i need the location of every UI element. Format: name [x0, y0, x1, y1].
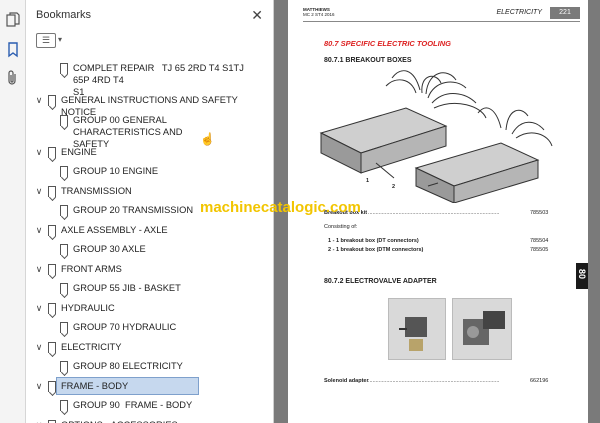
bookmark-label: FRONT ARMS	[61, 263, 122, 274]
header-doc-ref: MC 2 ST4 2016	[303, 12, 335, 17]
bookmark-label: GROUP 80 ELECTRICITY	[73, 361, 183, 371]
chevron-down-icon[interactable]: ▾	[58, 35, 62, 44]
bookmark-icon[interactable]	[5, 42, 21, 58]
bookmarks-toolbar: ☰ ▾	[26, 30, 273, 52]
bookmark-flag-icon	[60, 63, 68, 74]
copy-pages-icon[interactable]	[5, 12, 21, 28]
bookmark-item[interactable]: GROUP 55 JIB - BASKET	[26, 282, 262, 294]
bookmark-label: FRAME - BODY	[61, 380, 129, 391]
bookmark-item[interactable]: ∨ GENERAL INSTRUCTIONS AND SAFETY NOTICE	[26, 94, 262, 117]
bookmark-item[interactable]: ∨ FRONT ARMS	[26, 263, 262, 275]
chevron-down-icon[interactable]: ∨	[34, 263, 44, 275]
bookmark-flag-icon	[60, 283, 68, 294]
item-2-code: 785505	[530, 247, 549, 253]
bookmark-flag-icon	[48, 380, 56, 392]
bookmark-item[interactable]: ∨ AXLE ASSEMBLY - AXLE	[26, 224, 262, 236]
chevron-down-icon[interactable]: ∨	[34, 341, 44, 353]
bookmark-item[interactable]: GROUP 70 HYDRAULIC	[26, 321, 262, 333]
bookmark-flag-icon	[48, 263, 56, 275]
chevron-down-icon[interactable]: ∨	[34, 146, 44, 158]
side-tab-label: 80	[577, 269, 587, 280]
solenoid-code: 662196	[530, 378, 549, 384]
bookmark-flag-icon	[60, 400, 68, 411]
bookmark-item[interactable]: COMPLET REPAIR TJ 65 2RD T4 S1TJ 65P 4RD…	[26, 62, 262, 97]
bookmark-item[interactable]: ∨ OPTIONS - ACCESSORIES	[26, 419, 262, 423]
bookmark-flag-icon	[60, 244, 68, 255]
header-rule	[303, 21, 580, 22]
chevron-down-icon[interactable]: ∨	[34, 224, 44, 236]
solenoid-dots: ........................................…	[368, 378, 500, 384]
bookmark-flag-icon	[60, 322, 68, 333]
kit-code: 785503	[530, 210, 549, 216]
bookmark-item[interactable]: GROUP 30 AXLE	[26, 243, 262, 255]
bookmark-item[interactable]: ∨ ELECTRICITY	[26, 341, 262, 353]
bookmark-label: GROUP 90 FRAME - BODY	[73, 400, 193, 410]
bookmark-flag-icon	[60, 166, 68, 177]
bookmark-item[interactable]: ∨ FRAME - BODY	[26, 376, 262, 395]
watermark-text: machinecatalogic.com	[200, 199, 361, 216]
page-header-title: ELECTRICITY	[496, 9, 542, 16]
bookmark-flag-icon	[48, 185, 56, 197]
item-2: 2 - 1 breakout box (DTM connectors)	[328, 247, 424, 253]
bookmark-label: GROUP 70 HYDRAULIC	[73, 322, 177, 332]
chevron-down-icon[interactable]: ∨	[34, 380, 44, 392]
hand-cursor-icon: ☝	[200, 132, 215, 146]
solenoid-label: Solenoid adapter	[324, 378, 369, 384]
navigation-pane-strip	[0, 0, 26, 423]
subsection-breakout-boxes: 80.7.1 BREAKOUT BOXES	[324, 57, 412, 64]
page-header-left: MATTHIEWS MC 2 ST4 2016	[303, 7, 335, 17]
chevron-down-icon[interactable]: ∨	[34, 185, 44, 197]
bookmark-label: GROUP 30 AXLE	[73, 244, 146, 254]
kit-dots: ........................................…	[368, 210, 500, 216]
bookmark-flag-icon	[48, 95, 56, 106]
side-tab: 80	[576, 263, 588, 289]
callout-2: 2	[392, 184, 396, 190]
breakout-boxes-illustration	[319, 70, 553, 203]
bookmark-label: ELECTRICITY	[61, 341, 122, 352]
bookmark-flag-icon	[48, 341, 56, 353]
chevron-down-icon[interactable]: ∨	[34, 302, 44, 314]
bookmark-flag-icon	[60, 361, 68, 372]
consisting-label: Consisting of:	[324, 224, 358, 230]
bookmark-flag-icon	[60, 205, 68, 216]
item-1: 1 - 1 breakout box (DT connectors)	[328, 238, 419, 244]
bookmark-label: COMPLET REPAIR TJ 65 2RD T4 S1TJ 65P 4RD…	[73, 63, 244, 97]
chevron-down-icon[interactable]: ∨	[34, 419, 44, 423]
bookmarks-header: Bookmarks ✕	[26, 0, 273, 30]
bookmark-label: GROUP 55 JIB - BASKET	[73, 283, 181, 293]
bookmark-label: OPTIONS - ACCESSORIES	[61, 419, 256, 423]
bookmark-item[interactable]: GROUP 90 FRAME - BODY	[26, 399, 262, 411]
bookmark-flag-icon	[48, 419, 56, 423]
bookmark-label: TRANSMISSION	[61, 185, 132, 196]
item-1-code: 785504	[530, 238, 549, 244]
chevron-down-icon[interactable]: ∨	[34, 94, 44, 106]
bookmark-label: ENGINE	[61, 146, 97, 157]
bookmark-item[interactable]: ∨ TRANSMISSION	[26, 185, 262, 197]
bookmark-label: AXLE ASSEMBLY - AXLE	[61, 224, 168, 235]
bookmark-item[interactable]: GROUP 00 GENERAL CHARACTERISTICS AND SAF…	[26, 114, 262, 149]
bookmark-flag-icon	[48, 224, 56, 236]
bookmark-item[interactable]: GROUP 80 ELECTRICITY	[26, 360, 262, 372]
page-number: 221	[550, 7, 580, 19]
bookmark-item[interactable]: ∨ HYDRAULIC	[26, 302, 262, 314]
bookmarks-title: Bookmarks	[36, 9, 92, 21]
adapter-photo-1	[388, 298, 446, 360]
bookmark-item[interactable]: GROUP 10 ENGINE	[26, 165, 262, 177]
adapter-photo-2	[452, 298, 512, 360]
callout-1: 1	[366, 178, 370, 184]
bookmark-flag-icon	[48, 146, 56, 158]
bookmark-label: GROUP 10 ENGINE	[73, 166, 159, 176]
subsection-electrovalve: 80.7.2 ELECTROVALVE ADAPTER	[324, 278, 437, 285]
options-menu-icon[interactable]: ☰	[36, 33, 56, 48]
bookmark-list: COMPLET REPAIR TJ 65 2RD T4 S1TJ 65P 4RD…	[26, 56, 262, 423]
bookmark-flag-icon	[60, 114, 68, 126]
attachment-icon[interactable]	[5, 70, 21, 86]
bookmark-item[interactable]: ∨ ENGINE	[26, 146, 262, 158]
close-icon[interactable]: ✕	[251, 0, 263, 30]
bookmark-label: GROUP 00 GENERAL CHARACTERISTICS AND SAF…	[73, 114, 183, 149]
bookmark-flag-icon	[48, 302, 56, 314]
bookmark-label: HYDRAULIC	[61, 302, 115, 313]
section-title: 80.7 SPECIFIC ELECTRIC TOOLING	[324, 39, 451, 48]
